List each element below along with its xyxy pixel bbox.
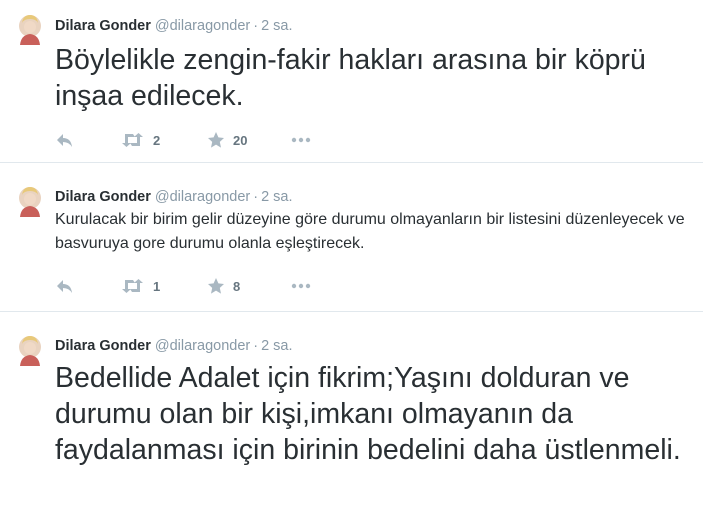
favorite-button[interactable]: 8	[207, 276, 240, 296]
separator: ·	[253, 338, 259, 354]
more-button[interactable]	[291, 276, 311, 296]
timestamp[interactable]: 2 sa.	[261, 189, 292, 205]
retweet-icon	[122, 133, 143, 147]
avatar[interactable]	[16, 13, 44, 45]
separator: ·	[253, 189, 259, 205]
reply-icon	[57, 134, 72, 147]
retweet-button[interactable]: 2	[121, 130, 160, 150]
fullname[interactable]: Dilara Gonder	[55, 338, 151, 354]
username[interactable]: @dilaragonder	[155, 18, 250, 34]
favorite-count: 8	[233, 278, 241, 294]
star-icon	[208, 132, 224, 148]
favorite-count: 20	[233, 132, 248, 148]
avatar[interactable]	[16, 334, 44, 366]
tweet-text: Kurulacak bir birim gelir düzeyine göre …	[55, 211, 685, 252]
tweet-actions: 1 8	[55, 276, 355, 296]
retweet-icon	[122, 279, 143, 293]
tweet-item[interactable]: Dilara Gonder @dilaragonder · 2 sa. Kurulac…	[0, 163, 703, 312]
more-button[interactable]	[291, 130, 311, 150]
tweet-item[interactable]: Dilara Gonder @dilaragonder · 2 sa. Böyleli…	[0, 0, 703, 163]
tweet-text: Böylelikle zengin-fakir hakları arasına …	[55, 44, 646, 112]
timestamp[interactable]: 2 sa.	[261, 338, 292, 354]
reply-button[interactable]	[55, 130, 75, 150]
timestamp[interactable]: 2 sa.	[261, 18, 292, 34]
username[interactable]: @dilaragonder	[155, 189, 250, 205]
fullname[interactable]: Dilara Gonder	[55, 189, 151, 205]
retweet-count: 2	[153, 132, 161, 148]
retweet-button[interactable]: 1	[121, 276, 160, 296]
reply-icon	[57, 280, 72, 293]
retweet-count: 1	[153, 278, 161, 294]
star-icon	[208, 278, 224, 294]
tweet-header: Dilara Gonder @dilaragonder · 2 sa.	[55, 188, 293, 206]
fullname[interactable]: Dilara Gonder	[55, 18, 151, 34]
reply-button[interactable]	[55, 276, 75, 296]
tweet-item[interactable]: Dilara Gonder @dilaragonder · 2 sa. Bedelli…	[0, 312, 703, 511]
username[interactable]: @dilaragonder	[155, 338, 250, 354]
tweet-header: Dilara Gonder @dilaragonder · 2 sa.	[55, 337, 293, 355]
avatar[interactable]	[16, 185, 44, 217]
separator: ·	[253, 18, 259, 34]
tweet-actions: 2 20	[55, 130, 355, 150]
favorite-button[interactable]: 20	[207, 130, 247, 150]
more-icon	[291, 283, 311, 289]
tweet-header: Dilara Gonder @dilaragonder · 2 sa.	[55, 17, 293, 35]
tweet-text: Bedellide Adalet için fikrim;Yaşını dold…	[55, 362, 681, 466]
more-icon	[291, 137, 311, 143]
